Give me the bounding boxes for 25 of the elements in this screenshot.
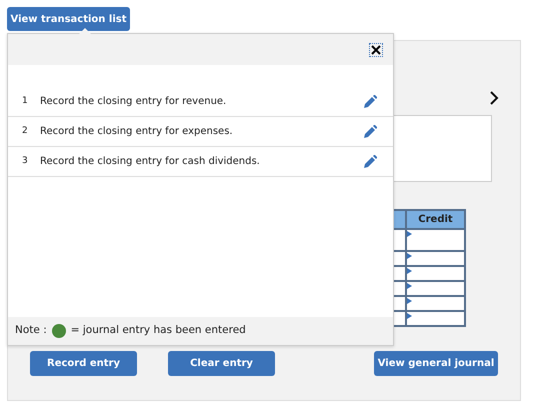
- credit-cell[interactable]: [406, 311, 465, 326]
- edit-icon[interactable]: [364, 125, 377, 138]
- action-button[interactable]: View general journal: [374, 351, 498, 376]
- chevron-right-icon[interactable]: [489, 90, 499, 106]
- credit-cell[interactable]: [406, 281, 465, 296]
- transaction-text[interactable]: Record the closing entry for expenses.: [40, 124, 364, 139]
- view-transaction-list-button[interactable]: View transaction list: [7, 7, 130, 31]
- status-dot: [52, 324, 66, 338]
- row-number: 1: [22, 94, 29, 108]
- row-number: 2: [22, 124, 29, 138]
- transaction-text[interactable]: Record the closing entry for revenue.: [40, 94, 364, 109]
- credit-cell[interactable]: [406, 229, 465, 251]
- edit-icon[interactable]: [364, 155, 377, 168]
- note-label: Note :: [15, 323, 47, 338]
- credit-cell[interactable]: [406, 266, 465, 281]
- row-number: 3: [22, 154, 29, 168]
- column-header: Credit: [406, 210, 465, 229]
- credit-cell[interactable]: [406, 296, 465, 311]
- edit-icon[interactable]: [364, 95, 377, 108]
- note-text: = journal entry has been entered: [70, 323, 246, 338]
- transaction-text[interactable]: Record the closing entry for cash dividends.: [40, 154, 364, 169]
- action-button[interactable]: Record entry: [30, 351, 137, 376]
- action-button[interactable]: Clear entry: [168, 351, 275, 376]
- close-icon[interactable]: [369, 42, 383, 56]
- credit-cell[interactable]: [406, 251, 465, 266]
